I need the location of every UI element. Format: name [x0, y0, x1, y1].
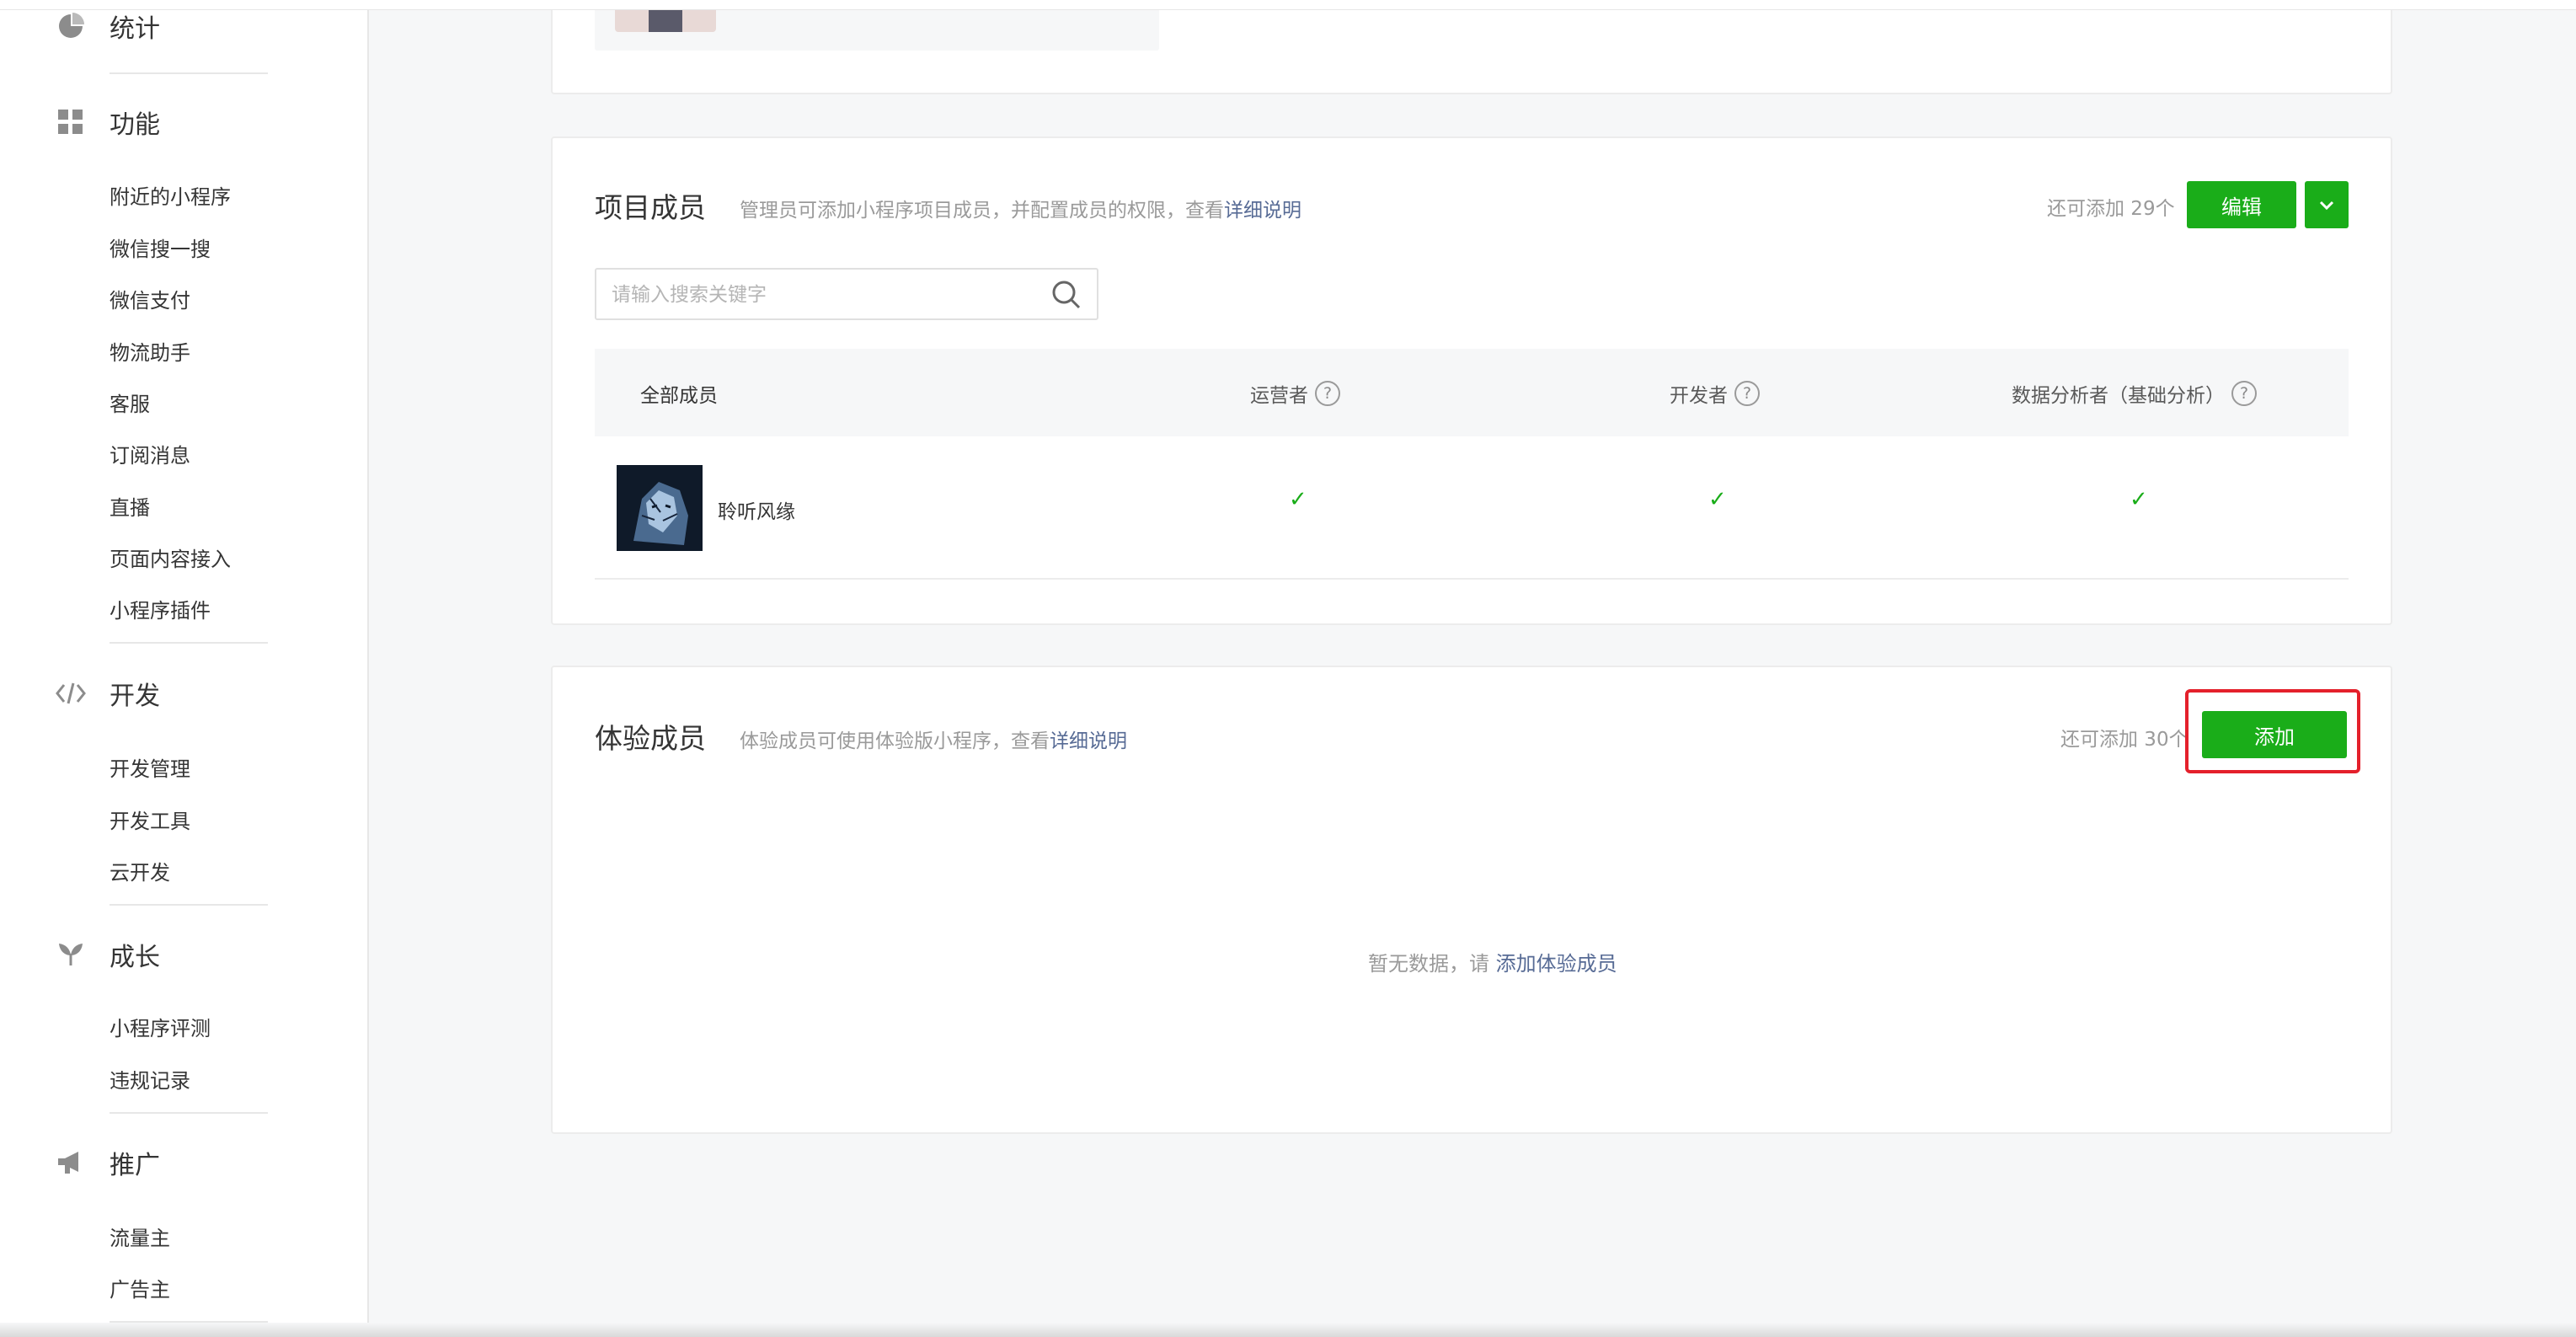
sidebar-item-traffic-owner[interactable]: 流量主: [110, 1222, 170, 1251]
bottom-edge: [0, 1323, 2576, 1337]
project-members-desc-text: 管理员可添加小程序项目成员，并配置成员的权限，查看: [740, 200, 1224, 222]
divider: [110, 1112, 268, 1114]
sidebar-item-dev-manage[interactable]: 开发管理: [110, 752, 190, 782]
member-table-header: 全部成员 运营者 ? 开发者 ? 数据分析者（基础分析） ?: [595, 349, 2349, 436]
column-analyst-label: 数据分析者（基础分析）: [2012, 385, 2225, 407]
divider: [110, 72, 268, 74]
project-members-detail-link[interactable]: 详细说明: [1224, 200, 1301, 222]
table-row: 聆听风缘 ✓ ✓ ✓: [595, 436, 2349, 580]
member-search-input[interactable]: [612, 280, 1033, 310]
grid-icon: [54, 105, 88, 139]
column-developer-label: 开发者: [1670, 385, 1728, 407]
developer-check-icon: ✓: [1708, 487, 1727, 512]
sidebar-item-subscribe-message[interactable]: 订阅消息: [110, 439, 190, 468]
add-trial-member-link[interactable]: 添加体验成员: [1496, 952, 1617, 976]
trial-members-remain: 还可添加 30个: [2060, 729, 2189, 751]
trial-members-detail-link[interactable]: 详细说明: [1050, 730, 1127, 752]
top-card: 2021-04-20: [551, 0, 2392, 94]
column-operator-label: 运营者: [1250, 385, 1308, 407]
edit-dropdown-button[interactable]: [2305, 181, 2349, 228]
sidebar-item-evaluation[interactable]: 小程序评测: [110, 1012, 211, 1041]
sidebar-item-customer-service[interactable]: 客服: [110, 388, 150, 417]
trial-members-desc-text: 体验成员可使用体验版小程序，查看: [740, 730, 1050, 752]
trial-members-desc: 体验成员可使用体验版小程序，查看详细说明: [740, 725, 1127, 753]
project-members-desc: 管理员可添加小程序项目成员，并配置成员的权限，查看详细说明: [740, 194, 1301, 222]
pie-chart-icon: [54, 9, 88, 43]
nav-promote-label: 推广: [110, 1151, 160, 1180]
column-all-members[interactable]: 全部成员: [640, 379, 718, 408]
sidebar-item-advertiser[interactable]: 广告主: [110, 1273, 170, 1302]
operator-check-icon: ✓: [1289, 487, 1307, 512]
help-icon[interactable]: ?: [1734, 381, 1760, 406]
member-name: 聆听风缘: [718, 501, 795, 523]
nav-develop-label: 开发: [110, 682, 160, 711]
sidebar-item-logistics[interactable]: 物流助手: [110, 336, 190, 366]
megaphone-icon: [54, 1146, 88, 1179]
divider: [110, 642, 268, 644]
code-icon: [54, 677, 88, 710]
column-operator: 运营者 ?: [1250, 379, 1340, 408]
empty-state-text: 暂无数据，请: [1368, 952, 1489, 976]
project-members-title: 项目成员: [595, 191, 706, 224]
app-frame: 统计 功能 附近的小程序 微信搜一搜 微信支付 物流助手 客服 订阅消息 直播 …: [0, 0, 2576, 1337]
member-search-box: [595, 268, 1098, 320]
sidebar-item-page-content[interactable]: 页面内容接入: [110, 543, 231, 572]
nav-growth-label: 成长: [110, 943, 160, 972]
edit-button[interactable]: 编辑: [2187, 181, 2296, 228]
divider: [110, 904, 268, 906]
highlight-box: [2185, 689, 2360, 773]
sidebar-item-cloud-dev[interactable]: 云开发: [110, 856, 170, 885]
top-edge: [0, 0, 2576, 10]
sidebar-item-wechat-pay[interactable]: 微信支付: [110, 284, 190, 313]
search-icon[interactable]: [1051, 280, 1082, 313]
column-developer: 开发者 ?: [1670, 379, 1760, 408]
sidebar-item-plugin[interactable]: 小程序插件: [110, 594, 211, 623]
nav-growth[interactable]: 成长: [54, 933, 160, 976]
sidebar-item-live[interactable]: 直播: [110, 491, 150, 521]
help-icon[interactable]: ?: [2231, 381, 2257, 406]
nav-stats-label: 统计: [110, 14, 160, 44]
help-icon[interactable]: ?: [1315, 381, 1340, 406]
nav-function-label: 功能: [110, 110, 160, 140]
sidebar-item-wechat-search[interactable]: 微信搜一搜: [110, 233, 211, 262]
column-analyst: 数据分析者（基础分析） ?: [2012, 379, 2257, 408]
sprout-icon: [54, 938, 88, 971]
sidebar-item-violation-record[interactable]: 违规记录: [110, 1064, 190, 1094]
nav-promote[interactable]: 推广: [54, 1142, 160, 1184]
member-avatar: [617, 465, 703, 551]
project-members-remain: 还可添加 29个: [2047, 198, 2175, 220]
empty-state: 暂无数据，请 添加体验成员: [1368, 947, 1617, 976]
analyst-check-icon: ✓: [2130, 487, 2148, 512]
trial-members-title: 体验成员: [595, 722, 706, 755]
sidebar-item-dev-tools[interactable]: 开发工具: [110, 805, 190, 834]
column-all-members-label: 全部成员: [640, 385, 718, 407]
sidebar-item-nearby-miniprogram[interactable]: 附近的小程序: [110, 180, 231, 210]
chevron-down-icon: [2318, 193, 2335, 217]
nav-function[interactable]: 功能: [54, 101, 160, 143]
nav-develop[interactable]: 开发: [54, 672, 160, 714]
nav-stats[interactable]: 统计: [54, 5, 160, 47]
sidebar: 统计 功能 附近的小程序 微信搜一搜 微信支付 物流助手 客服 订阅消息 直播 …: [0, 0, 369, 1337]
